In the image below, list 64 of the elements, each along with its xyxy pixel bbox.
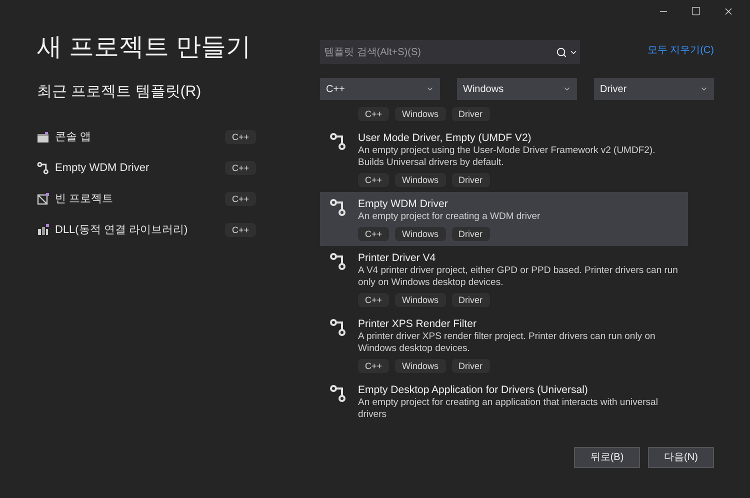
- tag: Windows: [395, 173, 446, 187]
- close-icon[interactable]: [723, 6, 734, 17]
- recent-template-name[interactable]: DLL(동적 연결 라이브러리): [55, 222, 219, 238]
- tag: Driver: [452, 293, 490, 307]
- template-item[interactable]: Printer XPS Render Filter A printer driver XPS render filter project. Printer drivers can run only on Windows desktop devices. C++ Windows Driver: [320, 312, 688, 378]
- template-name: User Mode Driver, Empty (UMDF V2): [358, 131, 532, 145]
- console-window-icon: [37, 132, 49, 142]
- tag: C++: [358, 359, 390, 373]
- template-item[interactable]: Printer Driver V4 A V4 printer driver project, either GPD or PPD based. Printer drivers can run only on Windows desktop devices. C++ Windows Driver: [320, 246, 688, 312]
- nav-button[interactable]: 다음(N): [648, 447, 714, 468]
- search-options-button[interactable]: [556, 40, 580, 64]
- tag: C++: [224, 192, 256, 206]
- template-item-selected[interactable]: Empty WDM Driver An empty project for creating a WDM driver C++ Windows Driver: [320, 192, 688, 246]
- template-item[interactable]: C++ Windows Driver: [320, 105, 688, 126]
- caret-icon: [426, 85, 434, 93]
- connector-icon: [37, 162, 49, 174]
- recent-template-name[interactable]: 콘솔 앱: [55, 128, 219, 146]
- tag: Windows: [395, 359, 446, 373]
- recent-template-name[interactable]: 빈 프로젝트: [55, 190, 219, 208]
- template-item[interactable]: Empty Desktop Application for Drivers (Universal) An empty project for creating an application that interacts with universal drivers: [320, 378, 688, 426]
- section-heading: 최근 프로젝트 템플릿(R): [37, 82, 202, 102]
- maximize-icon[interactable]: [691, 6, 701, 16]
- search-field[interactable]: 템플릿 검색(Alt+S)(S): [320, 40, 556, 64]
- caret-icon: [700, 85, 708, 93]
- recent-template-name[interactable]: Empty WDM Driver: [55, 160, 219, 176]
- caret-icon: [563, 85, 571, 93]
- template-description: An empty project for creating a WDM driver: [358, 211, 542, 223]
- template-description: An empty project for creating an application that interacts with universal drivers: [358, 397, 659, 421]
- nav-button[interactable]: 뒤로(B): [574, 447, 640, 468]
- tag: C++: [358, 293, 390, 307]
- template-name: Printer Driver V4: [358, 251, 437, 265]
- tag: C++: [224, 223, 256, 237]
- template-description: An empty project using the User-Mode Driver Framework v2 (UMDF2). Builds Universal drivers by default.: [358, 145, 656, 169]
- tag: C++: [358, 173, 390, 187]
- template-name: Empty Desktop Application for Drivers (Universal): [358, 383, 589, 397]
- template-item[interactable]: User Mode Driver, Empty (UMDF V2) An empty project using the User-Mode Driver Framework v2 (UMDF2). Builds Universal drivers by default. C++ Windows Driver: [320, 126, 688, 192]
- clear-all-link[interactable]: 모두 지우기(C): [647, 43, 714, 58]
- tag: C++: [358, 107, 390, 121]
- tag: C++: [224, 161, 256, 175]
- library-icon: [37, 224, 49, 236]
- filter-dropdown[interactable]: Driver: [594, 78, 714, 100]
- connector-icon: [330, 319, 346, 337]
- tag: C++: [224, 130, 256, 144]
- search-icon[interactable]: [556, 46, 567, 58]
- empty-project-icon: [37, 193, 49, 205]
- tag: Windows: [395, 227, 446, 241]
- connector-icon: [330, 133, 346, 151]
- template-description: A printer driver XPS render filter project. Printer drivers can run only on Windows desktop devices.: [358, 331, 656, 355]
- connector-icon: [330, 199, 346, 217]
- tag: Driver: [452, 359, 490, 373]
- template-name: Empty WDM Driver: [358, 197, 449, 211]
- tag: Driver: [452, 227, 490, 241]
- tag: Windows: [395, 293, 446, 307]
- filter-dropdown[interactable]: Windows: [457, 78, 577, 100]
- filter-dropdown[interactable]: C++: [320, 78, 440, 100]
- connector-icon: [330, 253, 346, 271]
- tag: Driver: [452, 107, 490, 121]
- tag: Windows: [395, 107, 446, 121]
- tag: C++: [358, 227, 390, 241]
- connector-icon: [330, 385, 346, 403]
- template-description: A V4 printer driver project, either GPD or PPD based. Printer drivers can run only on Windows desktop devices.: [358, 265, 679, 289]
- tag: Driver: [452, 173, 490, 187]
- page-title: 새 프로젝트 만들기: [37, 32, 252, 63]
- template-name: Printer XPS Render Filter: [358, 317, 478, 331]
